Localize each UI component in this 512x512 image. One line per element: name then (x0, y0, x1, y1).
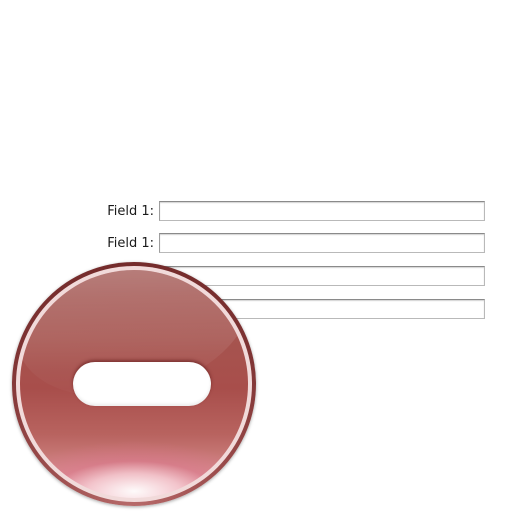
form-row: Field 1: (0, 201, 512, 223)
field-1-input[interactable] (159, 201, 485, 221)
field-1-label: Field 1: (107, 204, 154, 219)
form-row: Field 1: (0, 233, 512, 255)
form-canvas: Field 1: Field 1: (0, 0, 512, 512)
minus-icon (12, 262, 256, 506)
minus-bar (73, 362, 211, 406)
badge-face (20, 270, 248, 498)
field-2-input[interactable] (159, 233, 485, 253)
field-2-label: Field 1: (107, 236, 154, 251)
